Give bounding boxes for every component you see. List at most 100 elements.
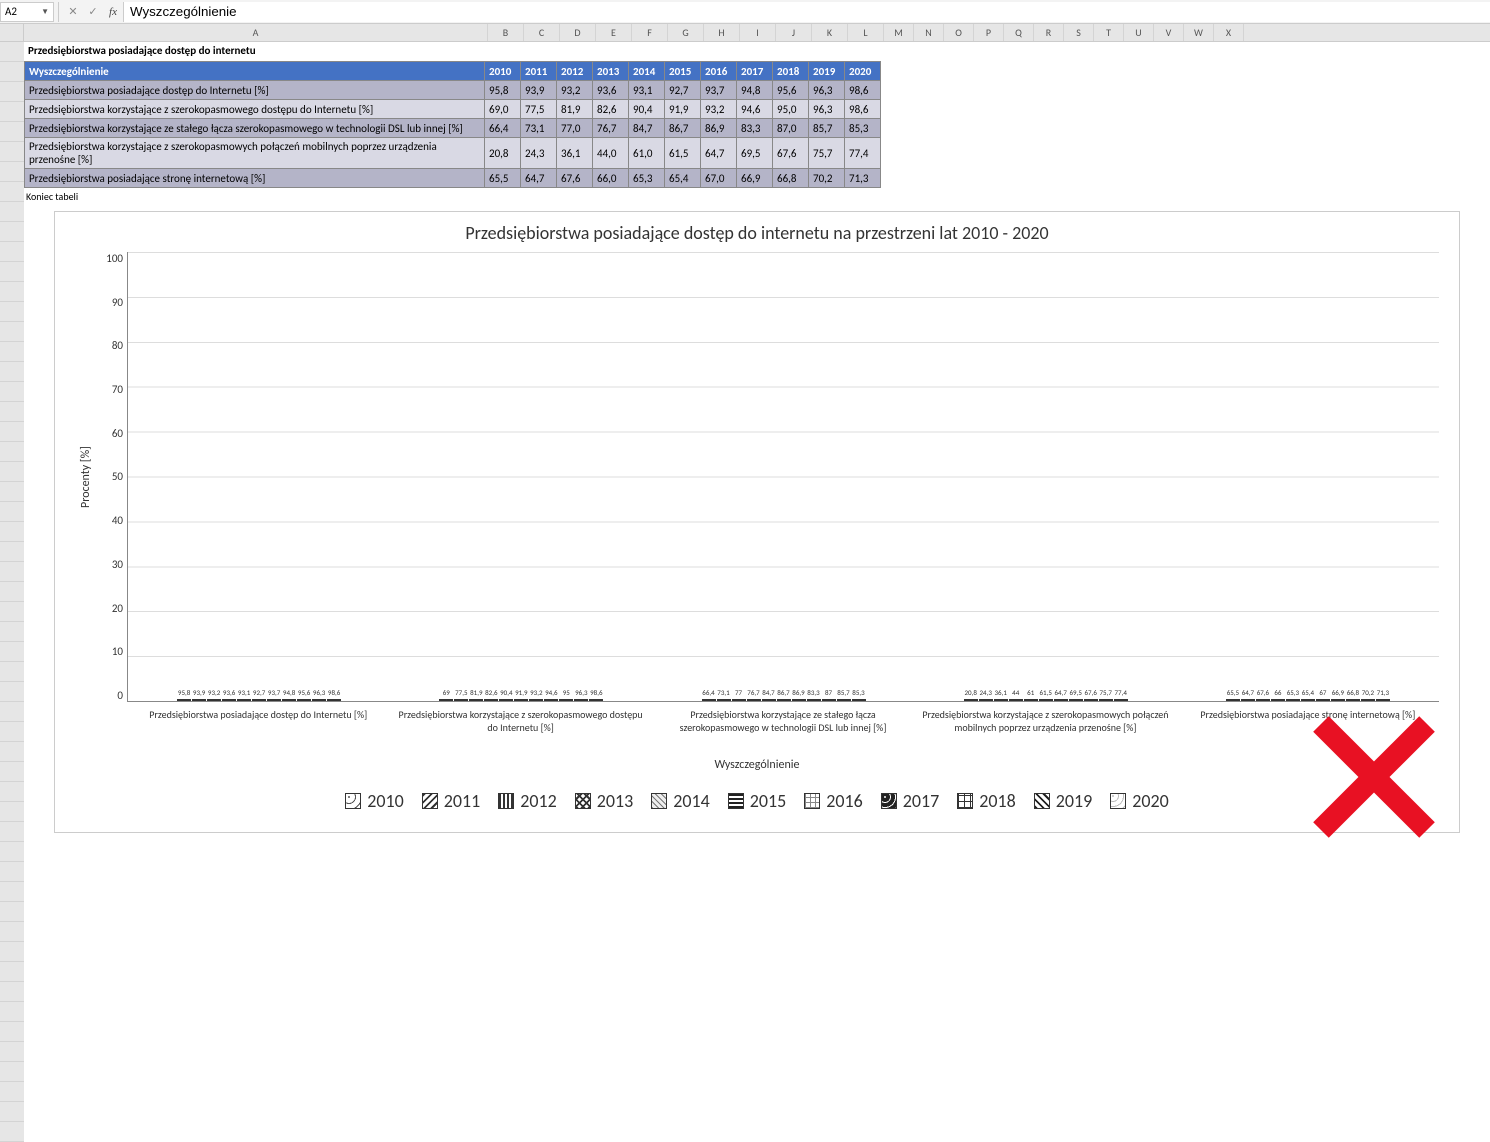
row-header[interactable] [0,222,24,242]
row-header[interactable] [0,1102,24,1122]
row-header[interactable] [0,782,24,802]
row-header[interactable] [0,122,24,142]
cell-value: 87,0 [773,119,809,138]
row-header[interactable] [0,342,24,362]
bar-label: 95 [563,688,570,697]
insert-function-button[interactable]: fx [103,2,123,22]
y-tick: 70 [112,383,123,396]
row-header[interactable] [0,262,24,282]
row-header[interactable] [0,602,24,622]
column-header[interactable]: B [488,24,524,41]
name-box[interactable]: A2 ▼ [0,2,54,22]
row-header[interactable] [0,542,24,562]
row-header[interactable] [0,502,24,522]
row-header[interactable] [0,182,24,202]
row-header[interactable] [0,702,24,722]
column-header[interactable]: Q [1004,24,1034,41]
bar: 95,8 [177,699,191,701]
column-header[interactable]: V [1154,24,1184,41]
row-header[interactable] [0,1002,24,1022]
row-header[interactable] [0,202,24,222]
row-header[interactable] [0,402,24,422]
column-header[interactable]: I [740,24,776,41]
row-header[interactable] [0,922,24,942]
row-header[interactable] [0,482,24,502]
row-header[interactable] [0,62,24,82]
row-header[interactable] [0,722,24,742]
row-header[interactable] [0,662,24,682]
row-header[interactable] [0,282,24,302]
cancel-formula-button[interactable]: ✕ [63,2,83,22]
column-header[interactable]: E [596,24,632,41]
chevron-down-icon[interactable]: ▼ [41,7,49,17]
column-header[interactable]: U [1124,24,1154,41]
row-header[interactable] [0,1042,24,1062]
worksheet[interactable]: Przedsiębiorstwa posiadające dostęp do i… [24,42,1490,1142]
legend-swatch-icon [575,793,591,809]
row-header[interactable] [0,622,24,642]
header-year: 2020 [845,62,881,81]
column-header[interactable]: M [884,24,914,41]
column-header[interactable]: O [944,24,974,41]
row-header[interactable] [0,142,24,162]
row-header[interactable] [0,82,24,102]
row-header[interactable] [0,742,24,762]
formula-input[interactable] [123,2,1490,22]
column-header[interactable]: J [776,24,812,41]
column-header[interactable]: T [1094,24,1124,41]
row-header[interactable] [0,302,24,322]
row-header[interactable] [0,882,24,902]
row-header[interactable] [0,982,24,1002]
row-header[interactable] [0,462,24,482]
row-header[interactable] [0,862,24,882]
row-header[interactable] [0,522,24,542]
row-header[interactable] [0,762,24,782]
column-header[interactable]: P [974,24,1004,41]
row-label: Przedsiębiorstwa korzystające ze stałego… [25,119,485,138]
cell-value: 81,9 [557,100,593,119]
column-header[interactable]: S [1064,24,1094,41]
row-header[interactable] [0,582,24,602]
select-all-corner[interactable] [0,24,24,41]
row-header[interactable] [0,162,24,182]
row-header[interactable] [0,962,24,982]
row-header[interactable] [0,1062,24,1082]
accept-formula-button[interactable]: ✓ [83,2,103,22]
row-header[interactable] [0,822,24,842]
chart-title: Przedsiębiorstwa posiadające dostęp do i… [75,222,1439,244]
row-header[interactable] [0,802,24,822]
column-header[interactable]: C [524,24,560,41]
row-header[interactable] [0,1082,24,1102]
row-header[interactable] [0,102,24,122]
column-header[interactable]: F [632,24,668,41]
row-header[interactable] [0,422,24,442]
chart[interactable]: Przedsiębiorstwa posiadające dostęp do i… [54,211,1460,833]
column-header[interactable]: R [1034,24,1064,41]
row-header[interactable] [0,382,24,402]
column-header[interactable]: X [1214,24,1244,41]
column-header[interactable]: H [704,24,740,41]
column-header[interactable]: G [668,24,704,41]
row-header[interactable] [0,1022,24,1042]
row-header[interactable] [0,322,24,342]
cell-value: 90,4 [629,100,665,119]
column-header[interactable]: D [560,24,596,41]
cell-value: 65,5 [485,169,521,188]
row-header[interactable] [0,562,24,582]
row-header[interactable] [0,942,24,962]
column-header[interactable]: K [812,24,848,41]
row-header[interactable] [0,1122,24,1142]
column-header[interactable]: A [24,24,488,41]
row-header[interactable] [0,842,24,862]
row-header[interactable] [0,442,24,462]
row-header[interactable] [0,362,24,382]
row-header[interactable] [0,682,24,702]
row-header[interactable] [0,642,24,662]
column-header[interactable]: N [914,24,944,41]
row-header[interactable] [0,902,24,922]
column-header[interactable]: W [1184,24,1214,41]
row-header[interactable] [0,42,24,62]
column-header[interactable]: L [848,24,884,41]
row-header[interactable] [0,242,24,262]
legend-item: 2020 [1110,790,1169,812]
